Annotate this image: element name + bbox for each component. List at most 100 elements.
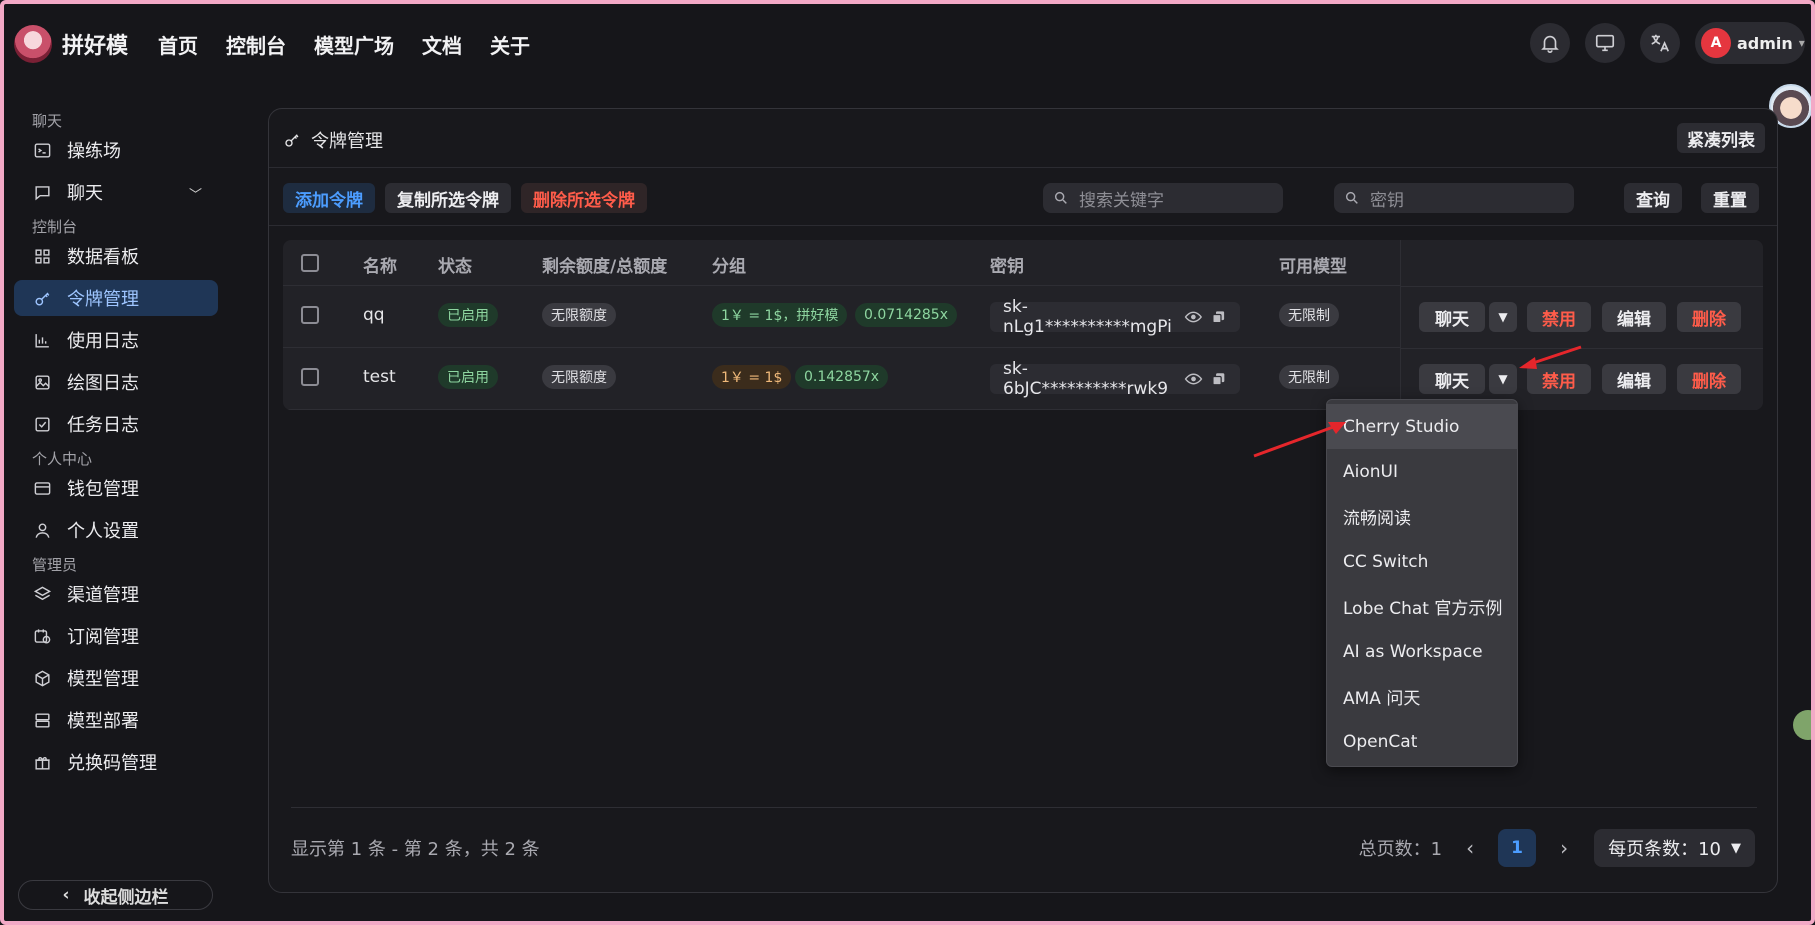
sidebar-item-redeem[interactable]: 兑换码管理	[14, 744, 218, 780]
models-badge: 无限制	[1279, 303, 1339, 327]
sidebar-item-wallet[interactable]: 钱包管理	[14, 470, 218, 506]
nav-about[interactable]: 关于	[490, 30, 530, 59]
api-key-field[interactable]: sk-6bJC**********rwk9	[990, 359, 1240, 399]
query-button[interactable]: 查询	[1624, 183, 1682, 213]
collapse-sidebar-button[interactable]: ‹ 收起侧边栏	[18, 880, 213, 910]
token-management-card: 令牌管理 紧凑列表 添加令牌 复制所选令牌 删除所选令牌 搜索关键字 密钥 查询…	[268, 108, 1778, 893]
nav-home[interactable]: 首页	[158, 30, 198, 59]
chat-button[interactable]: 聊天	[1419, 364, 1485, 394]
menu-item-lobe-chat[interactable]: Lobe Chat 官方示例	[1327, 584, 1517, 629]
annotation-arrow-icon	[1253, 422, 1346, 458]
menu-item-fluent-read[interactable]: 流畅阅读	[1327, 494, 1517, 539]
menu-item-opencat[interactable]: OpenCat	[1327, 719, 1517, 764]
keyword-search-input[interactable]: 搜索关键字	[1043, 183, 1283, 213]
compact-list-button[interactable]: 紧凑列表	[1677, 123, 1765, 153]
brand-name[interactable]: 拼好模	[62, 28, 128, 60]
select-all-checkbox[interactable]	[301, 254, 319, 272]
delete-button[interactable]: 删除	[1677, 364, 1741, 394]
nav-console[interactable]: 控制台	[226, 30, 286, 59]
menu-item-ama[interactable]: AMA 问天	[1327, 674, 1517, 719]
chat-dropdown-button[interactable]: ▼	[1489, 364, 1517, 394]
status-badge: 已启用	[438, 303, 498, 327]
terminal-icon	[32, 140, 52, 160]
sidebar-item-subscriptions[interactable]: 订阅管理	[14, 618, 218, 654]
sidebar-item-label: 使用日志	[67, 331, 139, 352]
sidebar-item-task-log[interactable]: 任务日志	[14, 406, 218, 442]
group-badge: 1￥ = 1$	[712, 365, 792, 389]
menu-item-cc-switch[interactable]: CC Switch	[1327, 539, 1517, 584]
copy-selected-button[interactable]: 复制所选令牌	[385, 183, 511, 213]
dashboard-icon	[32, 246, 52, 266]
page-button-current[interactable]: 1	[1498, 829, 1537, 867]
col-quota[interactable]: 剩余额度/总额度	[542, 252, 667, 277]
reset-button[interactable]: 重置	[1701, 183, 1759, 213]
sidebar-item-drawing-log[interactable]: 绘图日志	[14, 364, 218, 400]
divider	[291, 807, 1757, 808]
sidebar-item-dashboard[interactable]: 数据看板	[14, 238, 218, 274]
notification-button[interactable]	[1530, 23, 1570, 63]
eye-icon[interactable]	[1184, 369, 1203, 389]
page-title-text: 令牌管理	[311, 131, 383, 152]
page-size-value: 每页条数：10	[1608, 839, 1721, 860]
api-key-field[interactable]: sk-nLg1**********mgPi	[990, 297, 1240, 337]
token-name: qq	[363, 305, 385, 325]
edit-button[interactable]: 编辑	[1602, 302, 1666, 332]
prev-page-icon[interactable]: ‹	[1458, 836, 1482, 860]
sidebar-item-settings[interactable]: 个人设置	[14, 512, 218, 548]
sidebar-item-tokens[interactable]: 令牌管理	[14, 280, 218, 316]
sidebar-item-label: 数据看板	[67, 247, 139, 268]
menu-item-aionui[interactable]: AionUI	[1327, 449, 1517, 494]
sidebar-item-usage-log[interactable]: 使用日志	[14, 322, 218, 358]
col-models[interactable]: 可用模型	[1279, 252, 1347, 277]
next-page-icon[interactable]: ›	[1552, 836, 1576, 860]
server-icon	[32, 710, 52, 730]
menu-item-cherry-studio[interactable]: Cherry Studio	[1327, 404, 1517, 449]
disable-button[interactable]: 禁用	[1527, 302, 1591, 332]
chevron-down-icon[interactable]: ﹀	[189, 184, 202, 203]
row-checkbox[interactable]	[301, 368, 319, 386]
theme-button[interactable]	[1585, 23, 1625, 63]
language-button[interactable]	[1640, 23, 1680, 63]
sidebar-item-playground[interactable]: 操练场	[14, 132, 218, 168]
copy-icon[interactable]	[1211, 371, 1226, 387]
col-status[interactable]: 状态	[438, 252, 472, 277]
eye-icon[interactable]	[1184, 307, 1203, 327]
monitor-icon	[1595, 34, 1615, 52]
col-key[interactable]: 密钥	[990, 252, 1024, 277]
sidebar-item-channels[interactable]: 渠道管理	[14, 576, 218, 612]
sidebar-section-chat: 聊天	[32, 112, 63, 130]
edit-button[interactable]: 编辑	[1602, 364, 1666, 394]
col-group[interactable]: 分组	[712, 252, 746, 277]
chat-dropdown-button[interactable]: ▼	[1489, 302, 1517, 332]
brand-logo[interactable]	[14, 25, 52, 63]
top-nav: 首页 控制台 模型广场 文档 关于	[142, 30, 542, 59]
copy-icon[interactable]	[1211, 309, 1226, 325]
key-search-input[interactable]: 密钥	[1334, 183, 1574, 213]
chat-button[interactable]: 聊天	[1419, 302, 1485, 332]
col-name[interactable]: 名称	[363, 252, 397, 277]
collapse-sidebar-label: 收起侧边栏	[83, 887, 169, 908]
delete-button[interactable]: 删除	[1677, 302, 1741, 332]
sidebar-item-label: 任务日志	[67, 415, 139, 436]
divider	[269, 167, 1777, 168]
search-icon	[1054, 191, 1067, 204]
sidebar-item-models[interactable]: 模型管理	[14, 660, 218, 696]
delete-selected-button[interactable]: 删除所选令牌	[521, 183, 647, 213]
row-checkbox[interactable]	[301, 306, 319, 324]
pagination: 总页数：1 ‹ 1 › 每页条数：10 ▼	[1359, 829, 1755, 867]
nav-model-square[interactable]: 模型广场	[314, 30, 394, 59]
sidebar-item-label: 模型部署	[67, 711, 139, 732]
frog-widget-icon[interactable]	[1793, 710, 1815, 740]
menu-item-ai-as-workspace[interactable]: AI as Workspace	[1327, 629, 1517, 674]
nav-docs[interactable]: 文档	[422, 30, 462, 59]
status-badge: 已启用	[438, 365, 498, 389]
sidebar-item-deploy[interactable]: 模型部署	[14, 702, 218, 738]
bell-icon	[1541, 35, 1559, 53]
page-size-select[interactable]: 每页条数：10 ▼	[1594, 829, 1755, 867]
token-table: 名称 状态 剩余额度/总额度 分组 密钥 可用模型 IP qq 已启用 无限额度…	[283, 240, 1763, 410]
user-menu[interactable]: A admin ▾	[1695, 22, 1805, 64]
sidebar-item-chat[interactable]: 聊天 ﹀	[14, 174, 218, 210]
add-token-button[interactable]: 添加令牌	[283, 183, 375, 213]
sidebar-section-personal: 个人中心	[32, 450, 93, 468]
divider	[269, 225, 1777, 226]
